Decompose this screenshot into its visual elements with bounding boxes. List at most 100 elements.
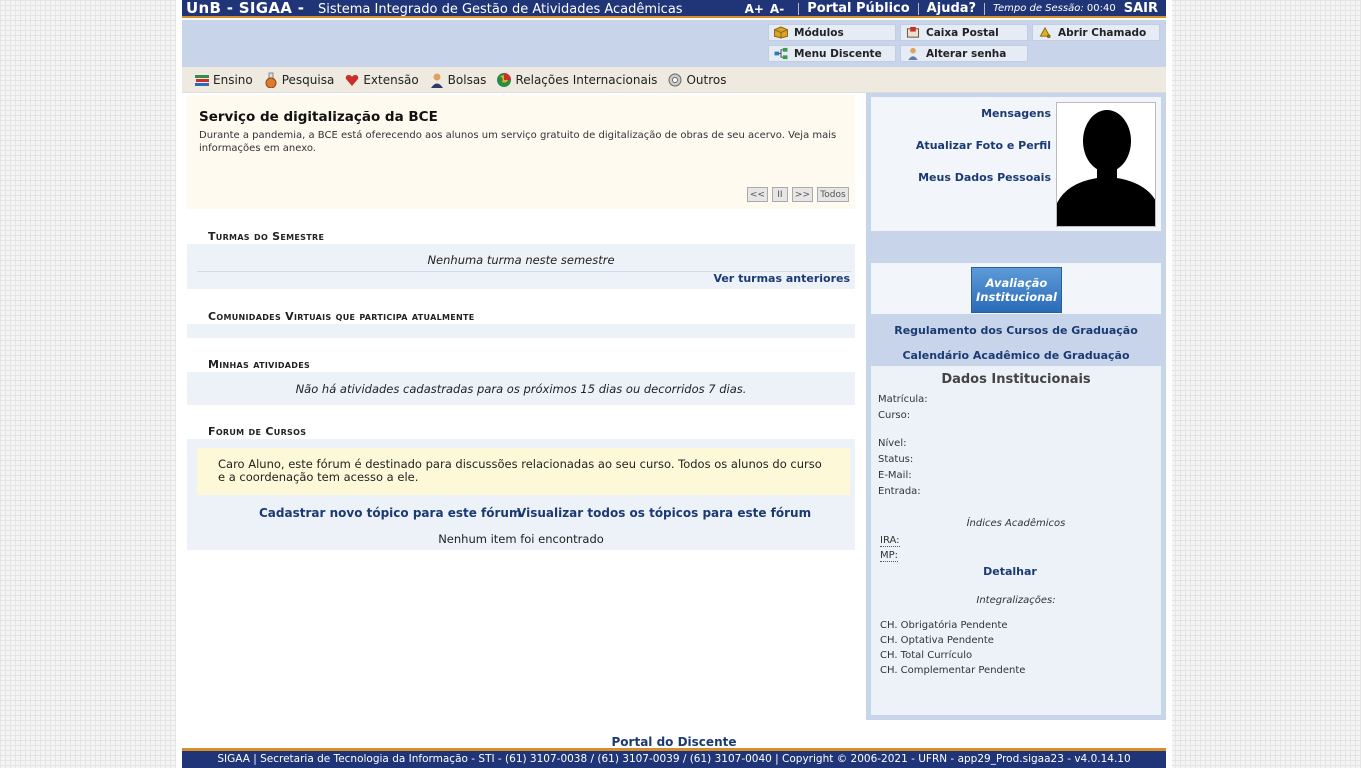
cadastrar-topico-link[interactable]: Cadastrar novo tópico para este fórum — [259, 506, 521, 520]
turmas-box: Nenhuma turma neste semestre Ver turmas … — [187, 244, 855, 289]
portal-discente-link[interactable]: Portal do Discente — [176, 735, 1172, 749]
alterar-senha-button[interactable]: Alterar senha — [900, 45, 1028, 62]
atualizar-foto-link[interactable]: Atualizar Foto e Perfil — [916, 139, 1051, 152]
top-bar-actions: A+ A- Portal Público Ajuda? Tempo de Ses… — [745, 0, 1158, 17]
heart-icon — [346, 74, 359, 86]
modulos-button[interactable]: Módulos — [768, 24, 896, 41]
forum-message: Caro Aluno, este fórum é destinado para … — [197, 448, 850, 495]
forum-empty-message: Nenhum item foi encontrado — [438, 532, 604, 546]
calendario-link[interactable]: Calendário Acadêmico de Graduação — [866, 349, 1166, 362]
user-silhouette-icon — [1057, 110, 1155, 226]
atividades-box: Não há atividades cadastradas para os pr… — [187, 372, 855, 405]
ira-label: IRA: — [880, 535, 900, 547]
ch-complementar-label: CH. Complementar Pendente — [880, 665, 1026, 676]
caixa-postal-label: Caixa Postal — [926, 26, 999, 39]
status-label: Status: — [878, 454, 914, 465]
avaliacao-box: Avaliação Institucional — [871, 263, 1161, 314]
footer: SIGAA | Secretaria de Tecnologia da Info… — [182, 748, 1166, 768]
atividades-title: Minhas atividades — [208, 358, 311, 371]
entrada-label: Entrada: — [878, 486, 921, 497]
session-timer: Tempo de Sessão: 00:40 — [993, 3, 1116, 14]
ch-optativa-label: CH. Optativa Pendente — [880, 635, 994, 646]
notice-pause-button[interactable]: II — [771, 187, 788, 202]
detalhar-link[interactable]: Detalhar — [871, 565, 1149, 578]
menu-relacoes-internacionais[interactable]: Relações Internacionais — [496, 72, 657, 88]
separator — [917, 2, 919, 15]
forum-title: Forum de Cursos — [208, 425, 307, 438]
cube-icon — [774, 26, 788, 39]
notice-controls: << II >> Todos — [743, 187, 849, 202]
caixa-postal-button[interactable]: Caixa Postal — [900, 24, 1028, 41]
menu-relacoes-label: Relações Internacionais — [515, 72, 658, 87]
menu-bolsas[interactable]: Bolsas — [429, 72, 486, 88]
turmas-empty-message: Nenhuma turma neste semestre — [427, 253, 615, 267]
avaliacao-line1: Avaliação — [985, 276, 1048, 290]
flask-icon — [265, 72, 277, 88]
person-icon — [430, 73, 443, 88]
page-container: UnB - SIGAA - Sistema Integrado de Gestã… — [176, 0, 1172, 768]
forum-box: Caro Aluno, este fórum é destinado para … — [187, 439, 855, 550]
dados-title: Dados Institucionais — [941, 372, 1091, 387]
system-subtitle: Sistema Integrado de Gestão de Atividade… — [318, 2, 683, 17]
menu-extensao-label: Extensão — [363, 72, 419, 87]
avaliacao-institucional-banner[interactable]: Avaliação Institucional — [971, 267, 1062, 313]
menu-ensino[interactable]: Ensino — [194, 72, 253, 88]
comunidades-title: Comunidades Virtuais que participa atual… — [208, 310, 475, 323]
footer-text: SIGAA | Secretaria de Tecnologia da Info… — [217, 753, 1131, 765]
user-key-icon — [908, 47, 918, 60]
atividades-empty-message: Não há atividades cadastradas para os pr… — [295, 382, 747, 396]
menu-discente-button[interactable]: Menu Discente — [768, 45, 896, 62]
session-time: 00:40 — [1086, 3, 1116, 14]
meus-dados-link[interactable]: Meus Dados Pessoais — [918, 171, 1051, 184]
separator — [798, 2, 800, 15]
notice-all-button[interactable]: Todos — [817, 187, 849, 202]
menu-ensino-label: Ensino — [213, 72, 253, 87]
nivel-label: Nível: — [878, 438, 907, 449]
turmas-title: Turmas do Semestre — [208, 230, 325, 243]
logout-link[interactable]: SAIR — [1124, 1, 1158, 16]
abrir-chamado-button[interactable]: Abrir Chamado — [1032, 24, 1160, 41]
menu-outros-label: Outros — [686, 72, 727, 87]
regulamento-link[interactable]: Regulamento dos Cursos de Graduação — [866, 324, 1166, 337]
avaliacao-line2: Institucional — [976, 290, 1057, 304]
alterar-senha-label: Alterar senha — [926, 47, 1007, 60]
notice-body: Durante a pandemia, a BCE está oferecend… — [199, 130, 837, 154]
menu-pesquisa[interactable]: Pesquisa — [263, 72, 335, 88]
ver-turmas-anteriores-link[interactable]: Ver turmas anteriores — [713, 272, 850, 285]
notice-prev-button[interactable]: << — [746, 187, 768, 202]
indices-academicos-title: Índices Acadêmicos — [966, 518, 1066, 529]
bell-icon — [1039, 26, 1051, 39]
ch-total-label: CH. Total Currículo — [880, 650, 973, 661]
notice-banner: Serviço de digitalização da BCE Durante … — [187, 95, 855, 209]
separator — [984, 2, 986, 15]
visualizar-topicos-link[interactable]: Visualizar todos os tópicos para este fó… — [517, 506, 811, 520]
books-icon — [195, 74, 209, 86]
ajuda-link[interactable]: Ajuda? — [927, 1, 976, 16]
notice-next-button[interactable]: >> — [791, 187, 813, 202]
avatar[interactable] — [1056, 102, 1156, 227]
font-increase-button[interactable]: A+ — [745, 2, 764, 16]
integralizacoes-title: Integralizações: — [976, 595, 1056, 606]
menu-extensao[interactable]: Extensão — [344, 72, 419, 88]
abrir-chamado-label: Abrir Chamado — [1058, 26, 1147, 39]
right-sidebar: Mensagens Atualizar Foto e Perfil Meus D… — [866, 93, 1166, 720]
modulos-label: Módulos — [794, 26, 844, 39]
menu-outros[interactable]: Outros — [667, 72, 726, 88]
sitemap-icon — [774, 47, 788, 60]
brand-title: UnB - SIGAA - — [186, 0, 305, 17]
module-bar: Módulos Caixa Postal Abrir Chamado Menu … — [182, 20, 1166, 67]
ch-obrigatoria-label: CH. Obrigatória Pendente — [880, 620, 1008, 631]
globe-icon — [497, 72, 512, 87]
profile-box: Mensagens Atualizar Foto e Perfil Meus D… — [871, 97, 1161, 231]
font-decrease-button[interactable]: A- — [770, 2, 784, 16]
mailbox-icon — [906, 26, 920, 38]
dados-institucionais: Dados Institucionais Matrícula: Curso: N… — [871, 366, 1161, 715]
menu-pesquisa-label: Pesquisa — [281, 72, 335, 87]
mensagens-link[interactable]: Mensagens — [981, 107, 1051, 120]
portal-publico-link[interactable]: Portal Público — [807, 1, 909, 16]
mp-label: MP: — [880, 550, 899, 562]
session-label: Tempo de Sessão: — [993, 3, 1084, 14]
notice-title: Serviço de digitalização da BCE — [199, 109, 438, 125]
comunidades-box — [187, 324, 855, 338]
curso-label: Curso: — [878, 410, 911, 421]
